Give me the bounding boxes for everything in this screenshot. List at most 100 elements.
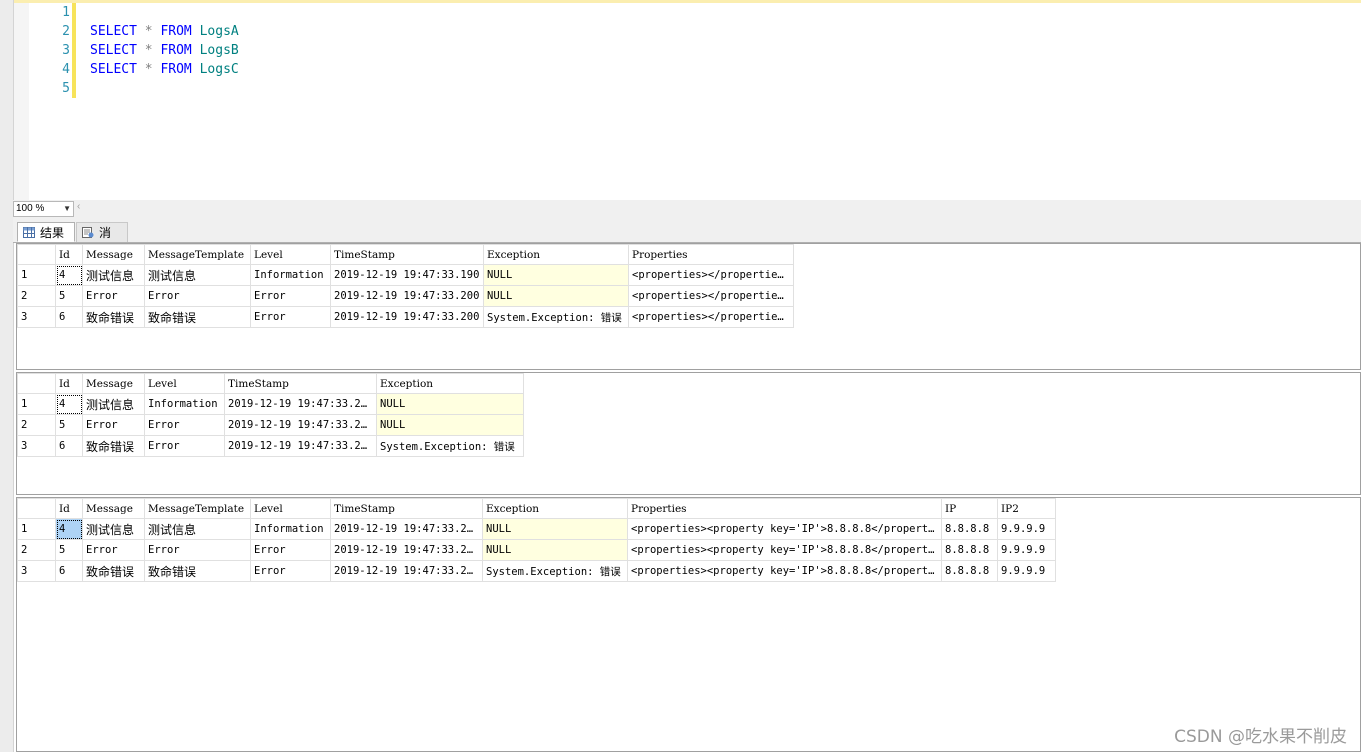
table-cell[interactable]: 8.8.8.8 [941,560,998,582]
table-cell[interactable]: <properties></properties> [628,285,794,307]
table-cell[interactable]: Error [82,414,145,436]
table-cell[interactable]: 4 [55,264,83,286]
table-row[interactable]: 2 5 Error Error Error 2019-12-19 19:47:3… [17,539,1056,561]
table-cell[interactable]: 2019-12-19 19:47:33.210 [224,435,377,457]
table-cell[interactable]: 6 [55,560,83,582]
table-cell[interactable]: <properties><property key='IP'>8.8.8.8</… [627,560,942,582]
table-cell[interactable]: 测试信息 [144,518,251,540]
table-cell[interactable]: NULL [376,414,524,436]
table-cell[interactable]: 8.8.8.8 [941,518,998,540]
result-grid-1[interactable]: Id Message MessageTemplate Level TimeSta… [16,243,1361,370]
table-cell[interactable]: 测试信息 [82,518,145,540]
query-editor[interactable]: 1 2 3 4 5 SELECT * FROM LogsA SELECT * F… [0,0,1361,200]
column-header[interactable]: Id [55,373,83,394]
row-number[interactable]: 2 [17,285,56,307]
table-cell[interactable]: Information [144,393,225,415]
column-header[interactable]: Level [250,244,331,265]
column-header[interactable]: TimeStamp [330,244,484,265]
table-row[interactable]: 3 6 致命错误 致命错误 Error 2019-12-19 19:47:33.… [17,560,1056,582]
tab-messages[interactable]: 消息 [76,222,128,260]
column-header[interactable]: Exception [482,498,628,519]
code-line[interactable]: SELECT * FROM LogsA [90,22,239,41]
table-cell[interactable]: System.Exception: 错误 [483,306,629,328]
table-cell[interactable]: 6 [55,435,83,457]
row-number-header[interactable] [17,244,56,265]
column-header[interactable]: Message [82,498,145,519]
column-header[interactable]: IP [941,498,998,519]
table-row[interactable]: 2 5 Error Error 2019-12-19 19:47:33.210 … [17,414,524,436]
code-line[interactable]: SELECT * FROM LogsB [90,41,239,60]
column-header[interactable]: Message [82,244,145,265]
code-area[interactable]: SELECT * FROM LogsA SELECT * FROM LogsB … [90,3,239,98]
row-number[interactable]: 3 [17,306,56,328]
table-cell[interactable]: 2019-12-19 19:47:33.190 [330,264,484,286]
table-cell[interactable]: 致命错误 [82,435,145,457]
column-header[interactable]: Id [55,244,83,265]
column-header[interactable]: Properties [628,244,794,265]
table-cell[interactable]: NULL [376,393,524,415]
result-table[interactable]: Id Message MessageTemplate Level TimeSta… [17,244,794,328]
table-row[interactable]: 1 4 测试信息 Information 2019-12-19 19:47:33… [17,393,524,415]
table-cell[interactable]: Error [250,539,331,561]
table-cell[interactable]: NULL [482,539,628,561]
table-row[interactable]: 2 5 Error Error Error 2019-12-19 19:47:3… [17,285,794,307]
column-header[interactable]: MessageTemplate [144,498,251,519]
column-header[interactable]: TimeStamp [224,373,377,394]
tab-results[interactable]: 结果 [17,222,75,242]
result-table[interactable]: Id Message MessageTemplate Level TimeSta… [17,498,1056,582]
table-row[interactable]: 1 4 测试信息 测试信息 Information 2019-12-19 19:… [17,264,794,286]
table-cell[interactable]: <properties><property key='IP'>8.8.8.8</… [627,539,942,561]
dropdown-arrow-icon[interactable]: ▼ [63,202,71,216]
row-number-header[interactable] [17,498,56,519]
column-header[interactable]: Level [144,373,225,394]
table-cell[interactable]: 6 [55,306,83,328]
row-number[interactable]: 3 [17,435,56,457]
table-cell[interactable]: 2019-12-19 19:47:33.200 [330,285,484,307]
table-cell[interactable]: Error [82,539,145,561]
table-cell[interactable]: NULL [483,285,629,307]
table-cell[interactable]: <properties></properties> [628,306,794,328]
table-cell[interactable]: 2019-12-19 19:47:33.223 [330,560,483,582]
table-cell[interactable]: 测试信息 [144,264,251,286]
code-line[interactable]: SELECT * FROM LogsC [90,60,239,79]
table-cell[interactable]: System.Exception: 错误 [376,435,524,457]
table-cell[interactable]: 9.9.9.9 [997,518,1056,540]
row-number[interactable]: 2 [17,539,56,561]
column-header[interactable]: Level [250,498,331,519]
table-row[interactable]: 3 6 致命错误 致命错误 Error 2019-12-19 19:47:33.… [17,306,794,328]
table-cell[interactable]: Error [250,306,331,328]
code-line[interactable] [90,79,239,98]
table-cell[interactable]: 2019-12-19 19:47:33.220 [330,518,483,540]
table-cell[interactable]: 2019-12-19 19:47:33.210 [224,393,377,415]
row-number[interactable]: 3 [17,560,56,582]
zoom-select[interactable]: 100 % ▼ [13,201,74,217]
table-cell[interactable]: Error [250,285,331,307]
table-cell[interactable]: 8.8.8.8 [941,539,998,561]
table-row[interactable]: 1 4 测试信息 测试信息 Information 2019-12-19 19:… [17,518,1056,540]
row-number[interactable]: 1 [17,518,56,540]
table-cell[interactable]: Error [144,435,225,457]
table-cell[interactable]: 致命错误 [144,560,251,582]
table-cell[interactable]: System.Exception: 错误 [482,560,628,582]
table-cell[interactable]: Information [250,518,331,540]
table-cell[interactable]: 2019-12-19 19:47:33.223 [330,539,483,561]
column-header[interactable]: MessageTemplate [144,244,251,265]
table-cell[interactable]: 2019-12-19 19:47:33.210 [224,414,377,436]
row-number[interactable]: 1 [17,264,56,286]
table-cell[interactable]: 2019-12-19 19:47:33.200 [330,306,484,328]
table-cell[interactable]: 测试信息 [82,393,145,415]
table-cell[interactable]: 致命错误 [82,306,145,328]
selected-cell[interactable]: 4 [55,518,83,540]
scroll-left-icon[interactable]: ‹ [77,201,80,212]
table-cell[interactable]: 5 [55,414,83,436]
table-cell[interactable]: 致命错误 [82,560,145,582]
table-row[interactable]: 3 6 致命错误 Error 2019-12-19 19:47:33.210 S… [17,435,524,457]
table-cell[interactable]: Information [250,264,331,286]
result-grid-2[interactable]: Id Message Level TimeStamp Exception 1 4… [16,372,1361,495]
column-header[interactable]: IP2 [997,498,1056,519]
table-cell[interactable]: NULL [482,518,628,540]
code-line[interactable] [90,3,239,22]
column-header[interactable]: Properties [627,498,942,519]
table-cell[interactable]: 4 [55,393,83,415]
table-cell[interactable]: Error [144,285,251,307]
